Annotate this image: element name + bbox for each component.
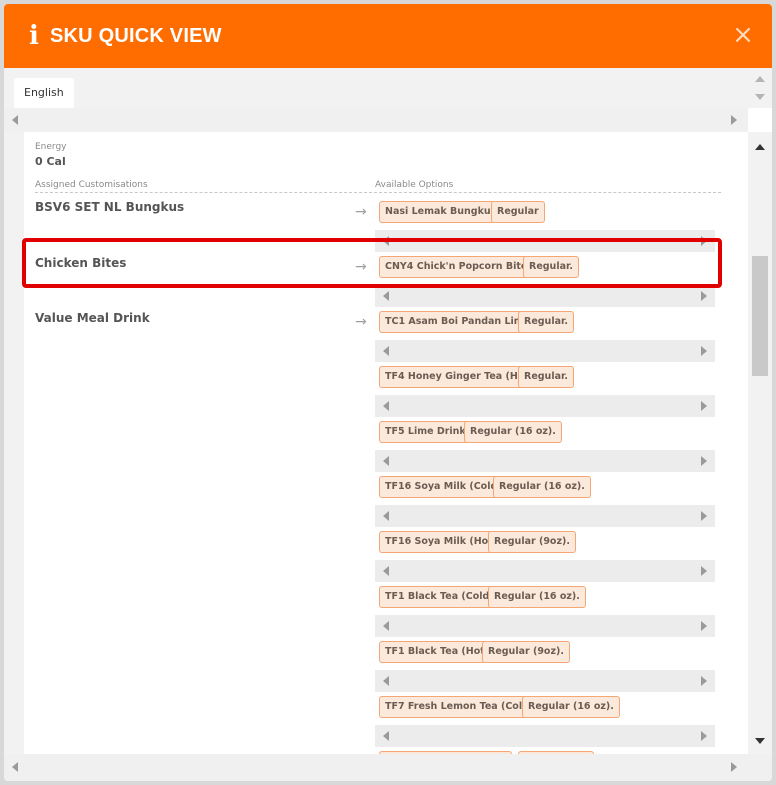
option-chip[interactable]: TF7 Fresh Lemon Tea (Cold)	[379, 696, 540, 718]
option-size-chip[interactable]: Regular (9oz).	[488, 531, 576, 553]
info-icon: i	[29, 21, 39, 51]
sku-quick-view-dialog: i SKU QUICK VIEW × English Energy 0 Cal …	[4, 4, 772, 781]
tabs-horizontal-scrollbar[interactable]	[4, 108, 748, 132]
option-size-chip[interactable]: Regular	[491, 201, 545, 223]
scroll-right-icon[interactable]	[701, 236, 707, 246]
tab-english[interactable]: English	[14, 78, 74, 108]
scroll-left-icon[interactable]	[383, 731, 389, 741]
option-chip[interactable]: TF1 Black Tea (Cold)	[379, 586, 500, 608]
option-size-chip[interactable]: Regular.	[518, 366, 574, 388]
scroll-left-icon[interactable]	[383, 346, 389, 356]
option-size-chip[interactable]: Regular (16 oz).	[488, 586, 586, 608]
option-chip[interactable]: TF4 Honey Ginger Tea (Hot)	[379, 366, 540, 388]
tabs-vertical-scrollbar[interactable]	[748, 68, 772, 108]
language-tabs: English	[4, 68, 748, 108]
scroll-right-icon[interactable]	[701, 566, 707, 576]
option-chip[interactable]: TF1 Black Tea (Hot)	[379, 641, 496, 663]
header-divider	[35, 192, 721, 193]
scroll-right-icon[interactable]	[731, 115, 737, 125]
scroll-right-icon[interactable]	[701, 346, 707, 356]
option-size-chip[interactable]: Regular.	[523, 256, 579, 278]
dialog-title: SKU QUICK VIEW	[50, 25, 222, 47]
arrow-right-icon: →	[355, 204, 367, 220]
customisation-name: Chicken Bites	[35, 256, 127, 270]
energy-value: 0 Cal	[35, 155, 66, 168]
option-chip[interactable]: TC1 Asam Boi Pandan Lime	[379, 311, 537, 333]
scroll-left-icon[interactable]	[12, 115, 18, 125]
dialog-header: i SKU QUICK VIEW ×	[4, 4, 772, 68]
option-size-chip[interactable]: Regular (9oz).	[482, 641, 570, 663]
option-chip[interactable]: CNY4 Chick'n Popcorn Bites	[379, 256, 539, 278]
scroll-up-icon[interactable]	[755, 144, 765, 150]
scroll-left-icon[interactable]	[383, 291, 389, 301]
option-size-chip[interactable]: Regular (16 oz).	[464, 421, 562, 443]
scrollbar-thumb[interactable]	[752, 256, 768, 376]
option-size-chip[interactable]: Regular (16 oz).	[522, 696, 620, 718]
option-chip[interactable]: TF16 Soya Milk (Hot)	[379, 531, 504, 553]
scroll-right-icon[interactable]	[701, 621, 707, 631]
option-scrollbar[interactable]	[375, 230, 715, 252]
scroll-right-icon[interactable]	[701, 676, 707, 686]
option-scrollbar[interactable]	[375, 670, 715, 692]
option-scrollbar[interactable]	[375, 450, 715, 472]
content-horizontal-scrollbar[interactable]	[4, 754, 772, 781]
scroll-left-icon[interactable]	[12, 762, 18, 772]
option-scrollbar[interactable]	[375, 505, 715, 527]
scroll-left-icon[interactable]	[383, 566, 389, 576]
customisation-name: BSV6 SET NL Bungkus	[35, 200, 185, 214]
option-scrollbar[interactable]	[375, 395, 715, 417]
available-options-header: Available Options	[375, 180, 454, 190]
scroll-right-icon[interactable]	[701, 511, 707, 521]
scroll-right-icon[interactable]	[701, 731, 707, 741]
option-scrollbar[interactable]	[375, 285, 715, 307]
scroll-right-icon[interactable]	[731, 762, 737, 772]
content-vertical-scrollbar[interactable]	[748, 132, 772, 754]
scroll-left-icon[interactable]	[383, 676, 389, 686]
option-chip[interactable]: TF16 Soya Milk (Cold)	[379, 476, 508, 498]
scroll-right-icon[interactable]	[701, 456, 707, 466]
sku-detail-panel: Energy 0 Cal Assigned Customisations Ava…	[24, 132, 726, 754]
arrow-right-icon: →	[355, 314, 367, 330]
scroll-up-icon[interactable]	[755, 76, 765, 82]
option-scrollbar[interactable]	[375, 560, 715, 582]
arrow-right-icon: →	[355, 259, 367, 275]
option-scrollbar[interactable]	[375, 340, 715, 362]
scroll-right-icon[interactable]	[701, 291, 707, 301]
scroll-down-icon[interactable]	[755, 94, 765, 100]
energy-label: Energy	[35, 142, 67, 152]
scroll-right-icon[interactable]	[701, 401, 707, 411]
option-chip[interactable]: TF5 Lime Drink	[379, 421, 472, 443]
scroll-left-icon[interactable]	[383, 621, 389, 631]
scroll-left-icon[interactable]	[383, 511, 389, 521]
scroll-left-icon[interactable]	[383, 401, 389, 411]
option-size-chip[interactable]: Regular (16 oz).	[493, 476, 591, 498]
assigned-customisations-header: Assigned Customisations	[35, 180, 148, 190]
option-chip[interactable]: Nasi Lemak Bungkus	[379, 201, 503, 223]
option-scrollbar[interactable]	[375, 725, 715, 747]
scroll-left-icon[interactable]	[383, 456, 389, 466]
scroll-down-icon[interactable]	[755, 738, 765, 744]
content-left-gutter	[4, 132, 24, 754]
close-icon[interactable]: ×	[732, 22, 754, 48]
option-size-chip[interactable]: Regular.	[518, 311, 574, 333]
scroll-left-icon[interactable]	[383, 236, 389, 246]
option-scrollbar[interactable]	[375, 615, 715, 637]
customisation-name: Value Meal Drink	[35, 311, 150, 325]
